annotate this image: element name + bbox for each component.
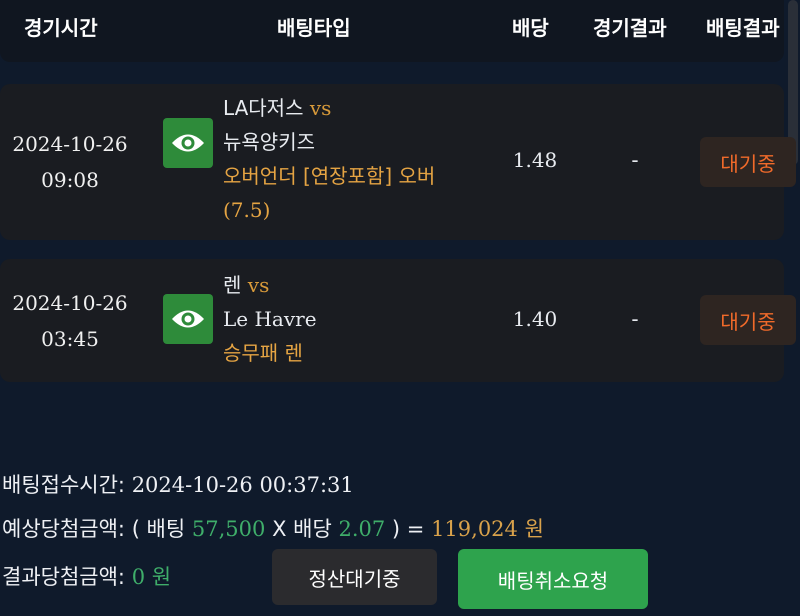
vs-label: vs	[247, 273, 270, 297]
received-time-label: 배팅접수시간:	[2, 473, 125, 497]
status-badge: 대기중	[700, 295, 796, 345]
matchup: LA다저스 vs	[223, 91, 435, 125]
actual-payout-value: 0	[131, 565, 146, 589]
expected-payout-label: 예상당첨금액:	[2, 517, 125, 541]
total-odds: 2.07	[338, 517, 386, 541]
cancel-bet-button[interactable]: 배팅취소요청	[458, 549, 648, 609]
home-team: LA다저스	[223, 96, 304, 120]
payout-currency: 원	[524, 517, 544, 541]
view-button[interactable]	[163, 294, 213, 344]
bet-odds: 1.48	[512, 148, 558, 172]
header-bet-result: 배팅결과	[706, 16, 780, 40]
actual-payout-row: 결과당첨금액: 0 원	[2, 561, 171, 591]
header-game-time: 경기시간	[24, 16, 98, 40]
expected-payout-row: 예상당첨금액: ( 배팅 57,500 X 배당 2.07 ) = 119,02…	[2, 513, 544, 543]
actual-payout-currency: 원	[151, 565, 172, 589]
matchup: 렌 vs	[223, 268, 317, 302]
stake-amount: 57,500	[191, 517, 266, 541]
expected-equals: ) =	[391, 517, 425, 541]
header-game-result: 경기결과	[593, 16, 667, 40]
bet-clock: 09:08	[41, 168, 99, 192]
actual-payout-label: 결과당첨금액:	[2, 565, 125, 589]
settlement-pending-button[interactable]: 정산대기중	[272, 549, 437, 605]
bet-time: 2024-10-26 09:08	[0, 126, 140, 198]
received-time-row: 배팅접수시간: 2024-10-26 00:37:31	[2, 469, 354, 499]
home-team: 렌	[223, 273, 242, 297]
bet-odds: 1.40	[512, 307, 558, 331]
status-badge: 대기중	[700, 137, 796, 187]
game-result: -	[631, 148, 639, 172]
bet-clock: 03:45	[41, 327, 99, 351]
bet-date: 2024-10-26	[12, 291, 128, 315]
eye-icon	[172, 134, 204, 152]
eye-icon	[172, 310, 204, 328]
game-result: -	[631, 307, 639, 331]
bet-date: 2024-10-26	[12, 132, 128, 156]
header-bet-type: 배팅타입	[277, 16, 351, 40]
bet-row: 2024-10-26 03:45 렌 vs Le Havre 승무패 렌 1.4…	[0, 259, 796, 382]
payout-amount: 119,024	[431, 517, 518, 541]
table-header: 경기시간 배팅타입 배당 경기결과 배팅결과	[0, 0, 784, 62]
bet-type: LA다저스 vs 뉴욕양키즈 오버언더 [연장포함] 오버 (7.5)	[223, 91, 435, 227]
bet-pick: 승무패 렌	[223, 341, 303, 365]
header-odds: 배당	[512, 16, 549, 40]
bet-row: 2024-10-26 09:08 LA다저스 vs 뉴욕양키즈 오버언더 [연장…	[0, 84, 796, 240]
view-button[interactable]	[163, 118, 213, 168]
expected-open: ( 배팅	[131, 517, 186, 541]
bet-pick: 오버언더 [연장포함] 오버	[223, 164, 436, 188]
bet-time: 2024-10-26 03:45	[0, 285, 140, 357]
vs-label: vs	[309, 96, 332, 120]
times-label: X 배당	[272, 517, 332, 541]
away-team: Le Havre	[223, 307, 317, 331]
away-team: 뉴욕양키즈	[223, 130, 315, 154]
bet-type: 렌 vs Le Havre 승무패 렌	[223, 268, 317, 370]
received-time-value: 2024-10-26 00:37:31	[131, 473, 354, 497]
bet-pick-line: (7.5)	[223, 198, 271, 222]
